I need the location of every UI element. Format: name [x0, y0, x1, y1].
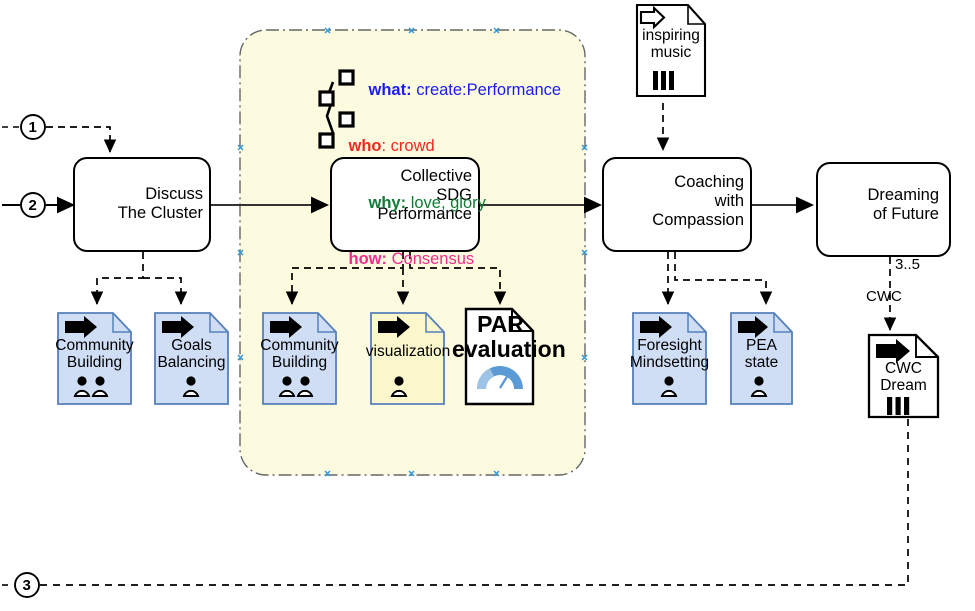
- edge-label-multiplicity: 3..5: [895, 256, 921, 273]
- spec-value-who: : crowd: [381, 137, 435, 155]
- edge-label-cwc: CWC: [866, 288, 902, 305]
- spec-key-who: who: [348, 137, 382, 155]
- artifact-label: inspiring music: [642, 27, 700, 62]
- process-discuss-the-cluster[interactable]: Discuss The Cluster: [73, 157, 211, 252]
- entry-point-3-label: 3: [22, 577, 31, 594]
- artifact-label: Community Building: [55, 337, 134, 372]
- edge-discuss-to-goals: [143, 277, 188, 306]
- edge-entry1-to-discuss: [46, 126, 117, 154]
- spec-value-how: Consensus: [387, 250, 475, 268]
- process-label-discuss: Discuss The Cluster: [117, 185, 203, 222]
- diagram-canvas: Discuss The Cluster Collective SDG Perfo…: [0, 0, 975, 611]
- spec-row-what: what: create:Performance: [341, 65, 591, 115]
- artifact-label: Goals Balancing: [157, 337, 226, 372]
- entry-point-2-label: 2: [28, 197, 37, 214]
- parallel-bars-icon-music: [653, 71, 674, 90]
- artifact-label: CWC Dream: [880, 360, 927, 395]
- spec-value-what: create:Performance: [411, 80, 562, 99]
- spec-value-why: love, glory: [406, 193, 486, 212]
- process-label-coaching: Coaching with Compassion: [652, 173, 744, 229]
- spec-row-how: how: Consensus: [321, 235, 591, 285]
- spec-key-why: why:: [368, 193, 407, 212]
- edge-coaching-to-pea: [674, 252, 773, 306]
- edge-cwcdream-to-entry3: [40, 417, 909, 586]
- spec-key-how: how:: [348, 250, 388, 268]
- artifact-label-par: PAR evaluation: [452, 311, 566, 363]
- spec-row-why: why: love, glory: [341, 178, 591, 228]
- artifact-label: Foresight Mindsetting: [629, 337, 710, 372]
- artifact-label: visualization: [365, 343, 451, 360]
- process-coaching-with-compassion[interactable]: Coaching with Compassion: [602, 157, 752, 252]
- entry-point-1-label: 1: [28, 119, 37, 136]
- specification-list: what: create:Performance who: crowd why:…: [341, 65, 591, 284]
- parallel-bars-icon-cwc: [887, 397, 910, 415]
- process-dreaming-of-future[interactable]: Dreaming of Future: [816, 162, 951, 257]
- process-label-dreaming: Dreaming of Future: [867, 186, 939, 223]
- edge-discuss-to-community1: [90, 252, 144, 306]
- artifact-label: PEA state: [744, 337, 779, 372]
- spec-key-what: what:: [368, 80, 412, 99]
- artifact-label: Community Building: [260, 337, 339, 372]
- spec-row-who: who: crowd: [321, 122, 591, 172]
